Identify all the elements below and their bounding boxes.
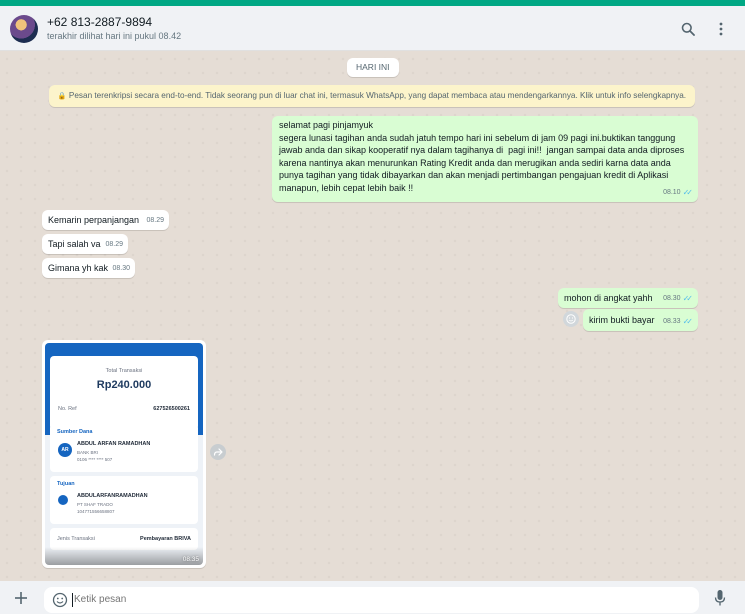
- read-receipt-icon: ✓✓: [682, 294, 694, 304]
- image-message[interactable]: Total Transaksi Rp240.000 No. Ref 627526…: [42, 340, 206, 568]
- destination-label: Tujuan: [57, 481, 75, 487]
- total-label: Total Transaksi: [105, 368, 143, 374]
- message-input[interactable]: [74, 594, 674, 605]
- message-bubble-outgoing[interactable]: kirim bukti bayar 08.33 ✓✓: [583, 309, 698, 331]
- forward-icon: [213, 448, 223, 456]
- message-meta: 08.10 ✓✓: [663, 187, 693, 200]
- message-time: 08.29: [146, 217, 164, 225]
- ref-label: No. Ref: [58, 406, 77, 412]
- attach-plus-icon[interactable]: [14, 591, 28, 610]
- receipt-source-section: Sumber Dana AR ABDUL ARFAN RAMADHAN BANK…: [50, 424, 198, 472]
- source-avatar: AR: [58, 443, 72, 457]
- receipt-amount-card: Total Transaksi Rp240.000 No. Ref 627526…: [50, 356, 198, 430]
- date-divider: HARI INI: [347, 58, 399, 77]
- encryption-notice[interactable]: 🔒 Pesan terenkripsi secara end-to-end. T…: [49, 85, 695, 107]
- emoji-reaction-button[interactable]: [563, 311, 579, 327]
- emoji-icon[interactable]: [52, 592, 68, 613]
- smiley-icon: [566, 314, 576, 324]
- contact-name[interactable]: +62 813-2887-9894: [47, 15, 152, 29]
- source-account: 0106 **** **** 507: [77, 457, 113, 462]
- payment-receipt-image[interactable]: Total Transaksi Rp240.000 No. Ref 627526…: [45, 343, 203, 565]
- message-bubble-outgoing[interactable]: mohon di angkat yahh 08.30 ✓✓: [558, 288, 698, 308]
- image-message-time: 08.35: [182, 556, 199, 563]
- avatar[interactable]: [10, 15, 38, 43]
- menu-icon[interactable]: [711, 19, 731, 39]
- message-bubble-outgoing[interactable]: selamat pagi pinjamyuk segera lunasi tag…: [272, 116, 698, 202]
- source-name: ABDUL ARFAN RAMADHAN: [77, 441, 151, 447]
- message-bubble-incoming[interactable]: Tapi salah va 08.29: [42, 234, 128, 254]
- transaction-type-value: Pembayaran BRIVA: [140, 536, 191, 542]
- text-caret: [72, 593, 73, 607]
- message-meta: 08.30: [112, 263, 130, 276]
- source-bank: BANK BRI: [77, 450, 99, 455]
- message-meta: 08.29: [146, 215, 164, 228]
- destination-account: 104771556658807: [77, 509, 115, 514]
- message-meta: 08.29: [105, 239, 123, 252]
- microphone-icon[interactable]: [714, 589, 726, 612]
- message-meta: 08.33 ✓✓: [663, 316, 693, 329]
- message-time: 08.30: [112, 265, 130, 273]
- destination-name: ABDULARFANRAMADHAN: [77, 493, 148, 499]
- read-receipt-icon: ✓✓: [682, 188, 694, 198]
- message-text: selamat pagi pinjamyuk segera lunasi tag…: [279, 120, 685, 193]
- transaction-type-label: Jenis Transaksi: [57, 536, 95, 542]
- encryption-notice-text: Pesan terenkripsi secara end-to-end. Tid…: [68, 91, 687, 100]
- message-bubble-incoming[interactable]: Gimana yh kak 08.30: [42, 258, 135, 278]
- compose-bar: [0, 581, 745, 614]
- chat-header: +62 813-2887-9894 terakhir dilihat hari …: [0, 6, 745, 51]
- destination-icon: [58, 495, 68, 505]
- message-bubble-incoming[interactable]: Kemarin perpanjangan 08.29: [42, 210, 169, 230]
- message-time: 08.30: [663, 295, 681, 303]
- source-label: Sumber Dana: [57, 429, 93, 435]
- read-receipt-icon: ✓✓: [682, 317, 694, 327]
- message-time: 08.29: [105, 241, 123, 249]
- message-pane[interactable]: HARI INI 🔒 Pesan terenkripsi secara end-…: [0, 52, 745, 580]
- last-seen-status: terakhir dilihat hari ini pukul 08.42: [47, 31, 182, 41]
- search-icon[interactable]: [678, 19, 698, 39]
- lock-icon: 🔒: [57, 93, 67, 100]
- total-amount: Rp240.000: [96, 379, 152, 391]
- ref-value: 627526500261: [153, 406, 190, 412]
- receipt-destination-section: Tujuan ABDULARFANRAMADHAN PT SHAF TRADO …: [50, 476, 198, 524]
- message-time: 08.10: [663, 189, 681, 197]
- image-bottom-shade: [45, 547, 203, 565]
- message-meta: 08.30 ✓✓: [663, 293, 693, 306]
- destination-company: PT SHAF TRADO: [77, 502, 113, 507]
- forward-button[interactable]: [210, 444, 226, 460]
- message-input-box[interactable]: [44, 587, 699, 613]
- message-time: 08.33: [663, 318, 681, 326]
